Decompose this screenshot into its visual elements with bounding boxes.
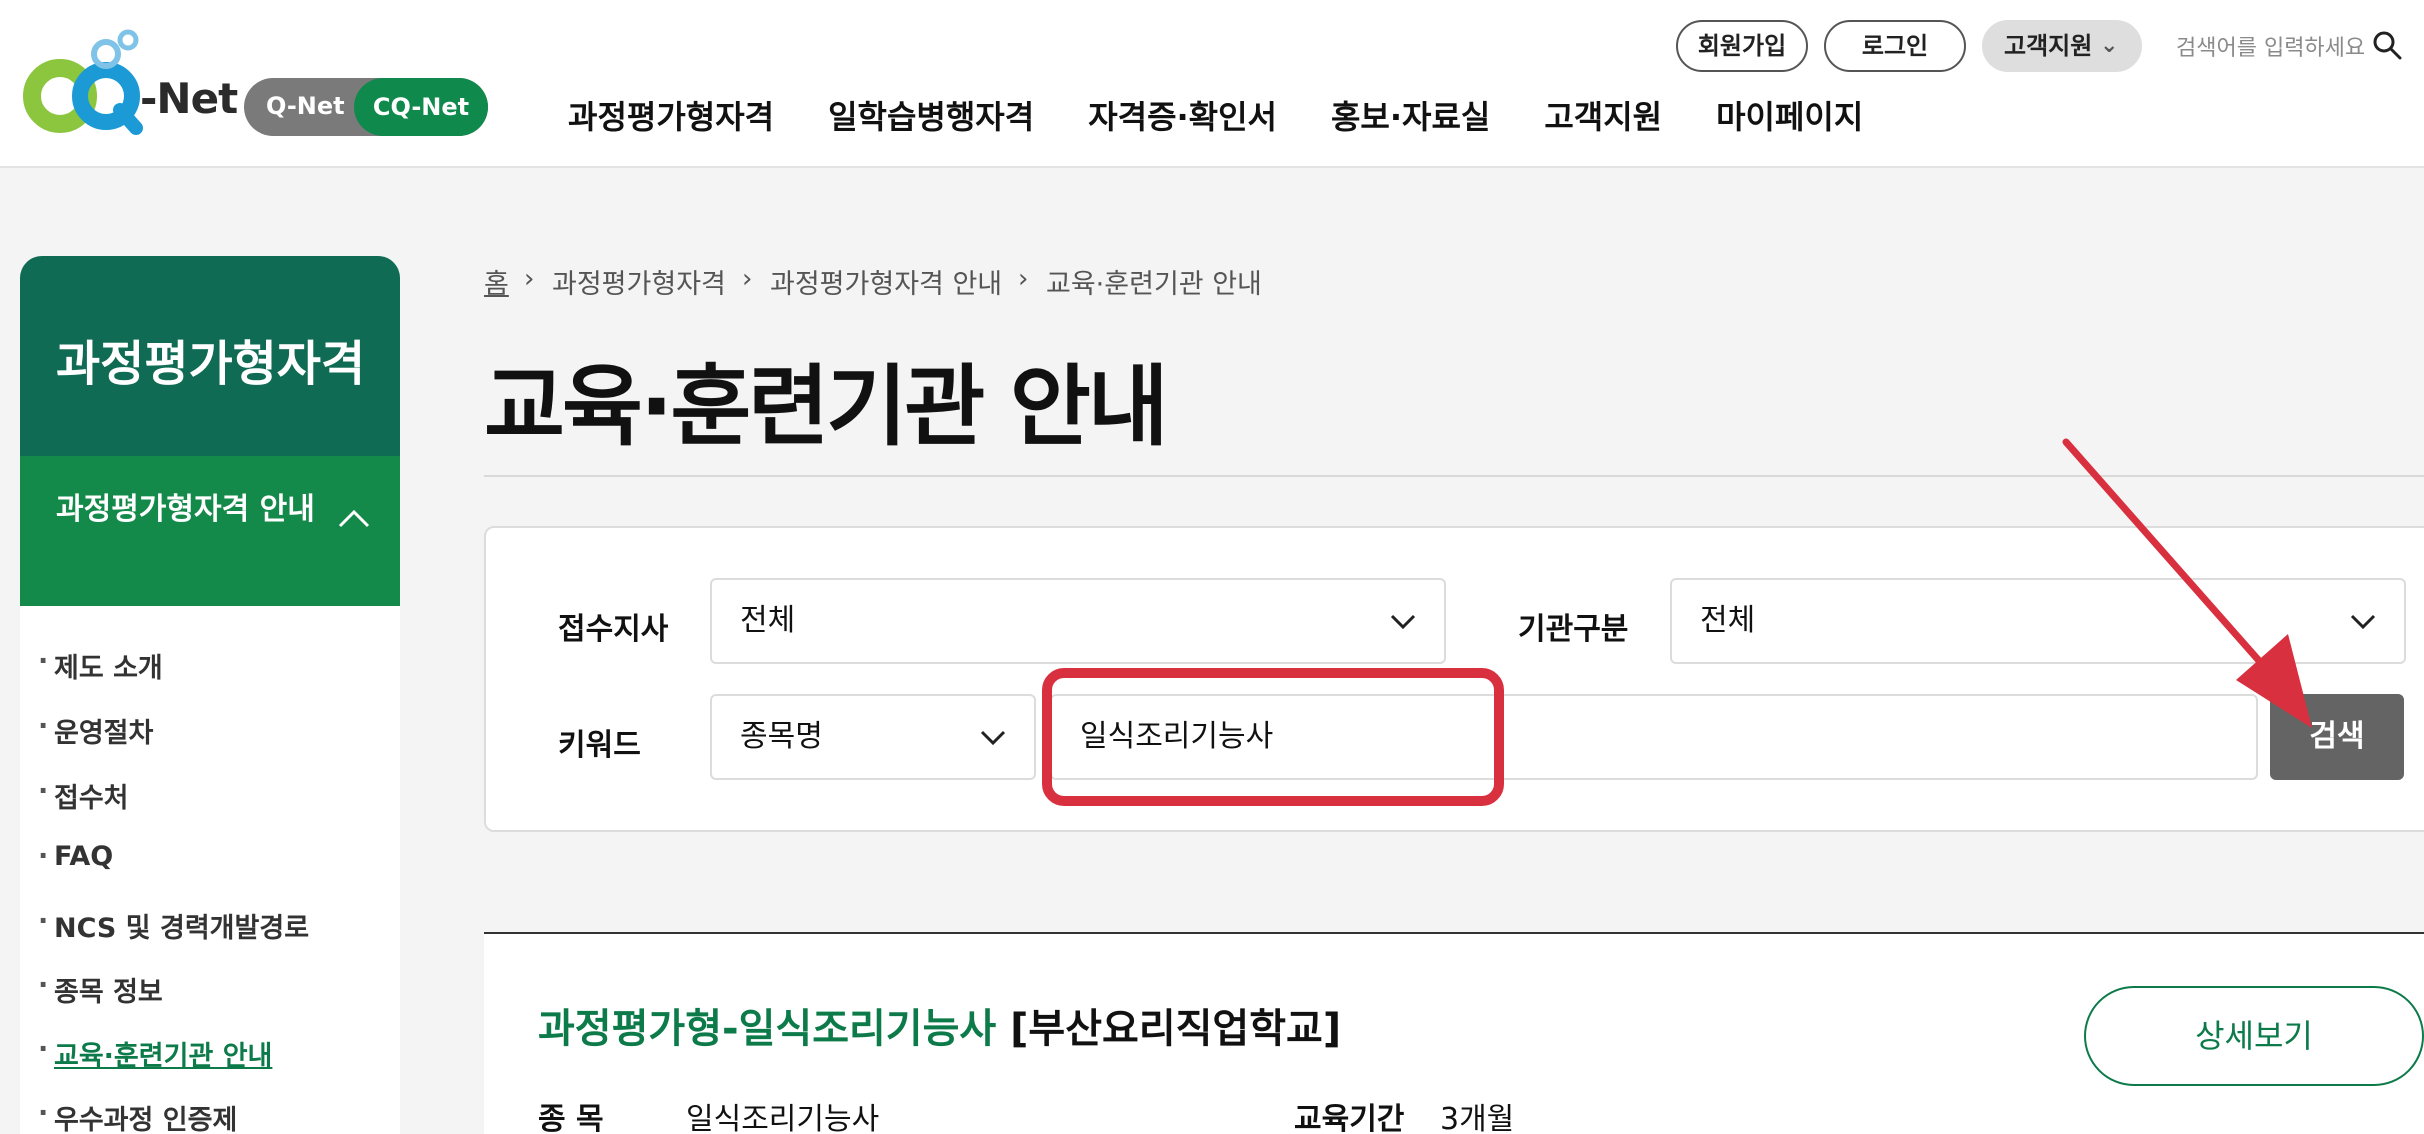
- result-title[interactable]: 과정평가형-일식조리기능사 [부산요리직업학교]: [538, 996, 1341, 1054]
- subject-value: 일식조리기능사: [686, 1102, 880, 1134]
- chevron-down-icon: [2350, 614, 2376, 630]
- sidebar-item-ncs[interactable]: NCS 및 경력개발경로: [38, 906, 309, 945]
- sidebar-item-faq[interactable]: FAQ: [38, 841, 113, 872]
- chevron-right-icon: ›: [1018, 264, 1029, 294]
- chevron-down-icon: [980, 730, 1006, 746]
- keyword-type-value: 종목명: [740, 719, 823, 754]
- keyword-type-select[interactable]: 종목명: [710, 694, 1036, 780]
- sidebar-item-excellence-cert[interactable]: 우수과정 인증제: [38, 1098, 237, 1134]
- branch-label: 접수지사: [558, 612, 669, 647]
- period-value: 3개월: [1440, 1102, 1515, 1134]
- chevron-up-icon: [338, 509, 370, 528]
- chevron-down-icon: [1390, 614, 1416, 630]
- join-button[interactable]: 회원가입: [1676, 20, 1808, 72]
- logo-text: -Net: [140, 74, 238, 123]
- breadcrumb-home[interactable]: 홈: [484, 262, 509, 301]
- branch-select-value: 전체: [740, 603, 796, 638]
- chevron-down-icon: ⌄: [2100, 33, 2119, 58]
- sidebar-item-subject-info[interactable]: 종목 정보: [38, 970, 163, 1009]
- breadcrumb-current: 교육·훈련기관 안내: [1046, 269, 1262, 300]
- nav-item-pr-resources[interactable]: 홍보·자료실: [1331, 92, 1490, 138]
- login-button[interactable]: 로그인: [1824, 20, 1966, 72]
- sidebar-section-toggle[interactable]: 과정평가형자격 안내: [20, 456, 400, 606]
- institution-type-value: 전체: [1700, 603, 1756, 638]
- breadcrumb-item[interactable]: 과정평가형자격: [552, 262, 726, 301]
- sidebar-item-training-institutions[interactable]: 교육·훈련기관 안내: [38, 1034, 272, 1073]
- sidebar-item-reception[interactable]: 접수처: [38, 776, 128, 815]
- result-course-name: 과정평가형-일식조리기능사: [538, 1006, 997, 1052]
- sidebar-header: 과정평가형자격: [20, 256, 400, 456]
- breadcrumb-item[interactable]: 과정평가형자격 안내: [770, 262, 1002, 301]
- chevron-right-icon: ›: [524, 264, 535, 294]
- sidebar-item-procedure[interactable]: 운영절차: [38, 711, 153, 750]
- page-title: 교육·훈련기관 안내: [484, 355, 1169, 458]
- search-icon[interactable]: [2372, 30, 2402, 60]
- support-dropdown[interactable]: 고객지원 ⌄: [1982, 20, 2142, 72]
- period-label: 교육기간: [1294, 1102, 1405, 1134]
- keyword-highlight-box: [1042, 668, 1504, 806]
- result-card: 과정평가형-일식조리기능사 [부산요리직업학교] 상세보기 종 목 일식조리기능…: [484, 932, 2424, 1134]
- nav-item-mypage[interactable]: 마이페이지: [1716, 92, 1863, 138]
- sidebar-item-system-intro[interactable]: 제도 소개: [38, 646, 163, 685]
- institution-type-label: 기관구분: [1518, 612, 1629, 647]
- subject-label: 종 목: [538, 1102, 604, 1134]
- sidebar-section-label: 과정평가형자격 안내: [56, 492, 315, 527]
- branch-select[interactable]: 전체: [710, 578, 1446, 664]
- main-nav: 과정평가형자격 일학습병행자격 자격증·확인서 홍보·자료실 고객지원 마이페이…: [568, 92, 1917, 138]
- annotation-arrow-icon: [2062, 438, 2312, 728]
- toggle-qnet[interactable]: Q-Net: [266, 92, 345, 120]
- toggle-cqnet[interactable]: CQ-Net: [354, 78, 488, 136]
- detail-view-button[interactable]: 상세보기: [2084, 986, 2424, 1086]
- keyword-label: 키워드: [558, 728, 641, 763]
- result-org-name: [부산요리직업학교]: [1010, 1006, 1342, 1052]
- nav-item-certificates[interactable]: 자격증·확인서: [1088, 92, 1277, 138]
- site-header: -Net Q-Net CQ-Net 과정평가형자격 일학습병행자격 자격증·확인…: [0, 0, 2424, 168]
- sidebar-menu: 제도 소개 운영절차 접수처 FAQ NCS 및 경력개발경로 종목 정보 교육…: [20, 606, 400, 1134]
- site-switch-toggle[interactable]: Q-Net CQ-Net: [244, 78, 488, 136]
- header-search-input[interactable]: 검색어를 입력하세요: [2176, 30, 2365, 62]
- sidebar-title: 과정평가형자격: [56, 336, 366, 392]
- support-dropdown-label: 고객지원: [2004, 32, 2093, 60]
- chevron-right-icon: ›: [742, 264, 753, 294]
- nav-item-work-study[interactable]: 일학습병행자격: [828, 92, 1034, 138]
- nav-item-support[interactable]: 고객지원: [1544, 92, 1662, 138]
- nav-item-course-eval[interactable]: 과정평가형자격: [568, 92, 774, 138]
